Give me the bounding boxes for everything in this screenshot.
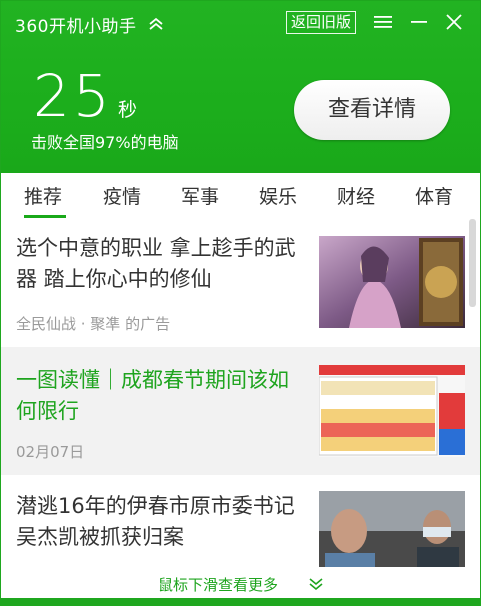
active-tab-indicator [24, 215, 66, 218]
scroll-more-hint[interactable]: 鼠标下滑查看更多 [158, 574, 278, 595]
news-item[interactable]: 潜逃16年的伊春市原市委书记吴杰凯被抓获归案 [1, 475, 480, 583]
tab-epidemic[interactable]: 疫情 [103, 182, 141, 209]
bottom-bar [1, 598, 480, 605]
tab-recommended[interactable]: 推荐 [24, 182, 62, 209]
menu-icon[interactable] [373, 14, 393, 30]
legacy-version-button[interactable]: 返回旧版 [286, 11, 357, 34]
boot-time-score: 25 [33, 62, 113, 130]
view-details-button[interactable]: 查看详情 [294, 80, 450, 140]
news-title[interactable]: 潜逃16年的伊春市原市委书记吴杰凯被抓获归案 [16, 491, 306, 553]
news-title[interactable]: 选个中意的职业 拿上趁手的武器 踏上你心中的修仙 [16, 233, 306, 295]
chevron-up-icon[interactable] [147, 15, 165, 33]
app-title: 360开机小助手 [15, 17, 137, 37]
news-source: 全民仙战 · 聚凖 的广告 [16, 315, 171, 333]
news-title[interactable]: 一图读懂｜成都春节期间该如何限行 [16, 365, 306, 427]
news-thumbnail[interactable] [319, 365, 465, 457]
tab-military[interactable]: 军事 [181, 182, 219, 209]
news-item[interactable]: 一图读懂｜成都春节期间该如何限行 02月07日 [1, 347, 480, 475]
news-thumbnail[interactable] [319, 236, 465, 328]
news-item[interactable]: 选个中意的职业 拿上趁手的武器 踏上你心中的修仙 全民仙战 · 聚凖 的广告 [1, 219, 480, 347]
news-date: 02月07日 [16, 443, 85, 461]
scrollbar[interactable] [469, 219, 476, 307]
minimize-icon[interactable] [410, 14, 428, 30]
tab-entertainment[interactable]: 娱乐 [259, 182, 297, 209]
chevron-down-icon[interactable] [308, 576, 324, 592]
footer: 鼠标下滑查看更多 [1, 567, 480, 597]
close-icon[interactable] [445, 13, 463, 31]
boot-time-rank: 击败全国97%的电脑 [31, 133, 179, 152]
assistant-window: 360开机小助手 返回旧版 25 秒 击败全国97%的电脑 查看详情 推荐 疫情… [0, 0, 481, 606]
tab-sports[interactable]: 体育 [415, 182, 453, 209]
header: 360开机小助手 返回旧版 25 秒 击败全国97%的电脑 查看详情 [1, 1, 480, 173]
tab-finance[interactable]: 财经 [337, 182, 375, 209]
boot-time-unit: 秒 [118, 99, 138, 121]
news-tabs: 推荐 疫情 军事 娱乐 财经 体育 [1, 173, 480, 219]
